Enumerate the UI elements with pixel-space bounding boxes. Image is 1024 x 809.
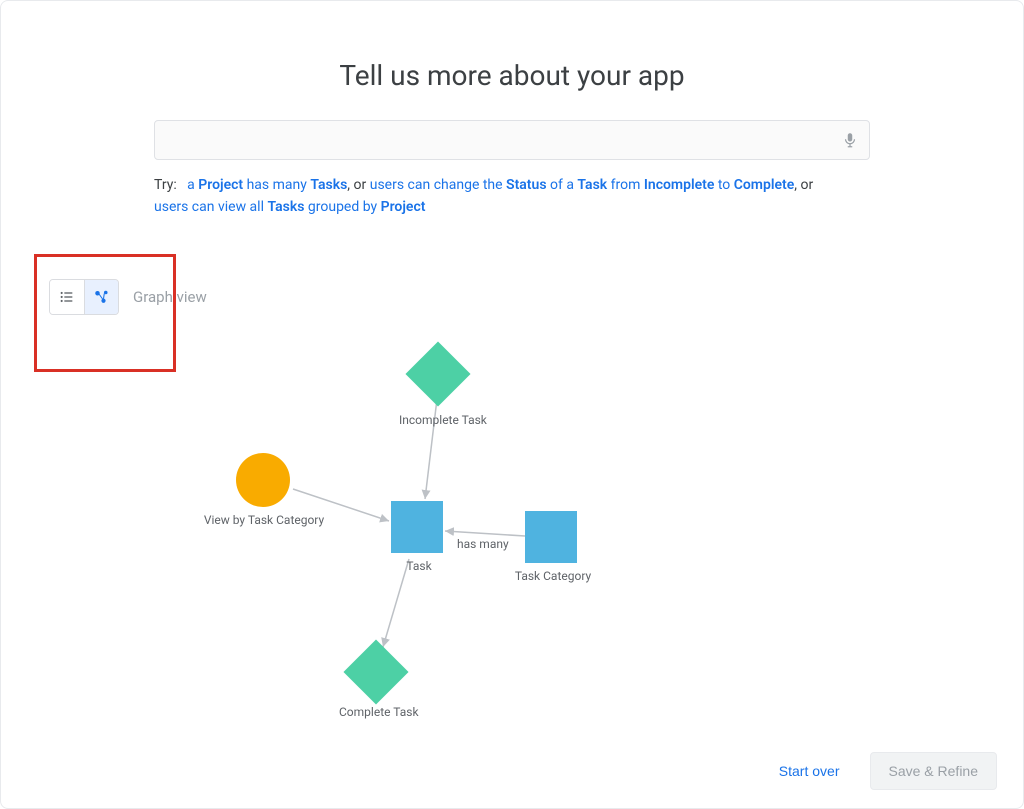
microphone-icon[interactable] <box>841 131 859 149</box>
edge-label: has many <box>457 537 509 551</box>
node-label: Incomplete Task <box>399 413 479 427</box>
sep: , or <box>794 177 813 193</box>
suggestions: Try: a Project has many Tasks, or users … <box>154 174 870 219</box>
page-title: Tell us more about your app <box>1 59 1023 92</box>
node-task-category[interactable] <box>525 511 577 563</box>
node-task[interactable] <box>391 501 443 553</box>
search-section: Try: a Project has many Tasks, or users … <box>154 120 870 219</box>
start-over-button[interactable]: Start over <box>771 757 848 785</box>
suggestion-link-1[interactable]: a Project has many Tasks <box>187 177 347 193</box>
node-label: Task Category <box>511 569 595 583</box>
view-mode-label: Graph view <box>133 288 207 306</box>
graph-view-toggle[interactable] <box>84 280 118 314</box>
node-label: Task <box>399 559 439 573</box>
save-refine-button: Save & Refine <box>870 752 998 790</box>
node-view-by-category[interactable] <box>236 453 290 507</box>
search-box[interactable] <box>154 120 870 160</box>
try-label: Try: <box>154 177 177 193</box>
node-label: Complete Task <box>339 705 417 719</box>
node-label: View by Task Category <box>201 513 327 527</box>
graph-icon <box>93 288 111 306</box>
view-toggle <box>49 279 119 315</box>
suggestion-link-3[interactable]: users can view all Tasks grouped by Proj… <box>154 199 425 215</box>
sep: , or <box>347 177 369 193</box>
app-frame: Tell us more about your app Try: a Proje… <box>0 0 1024 809</box>
footer-actions: Start over Save & Refine <box>771 752 997 790</box>
suggestion-link-2[interactable]: users can change the Status of a Task fr… <box>370 177 795 193</box>
list-icon <box>59 289 75 305</box>
graph-canvas[interactable]: Incomplete Task View by Task Category Ta… <box>1 331 1024 751</box>
view-controls: Graph view <box>49 279 207 315</box>
list-view-toggle[interactable] <box>50 280 84 314</box>
description-input[interactable] <box>165 120 841 160</box>
